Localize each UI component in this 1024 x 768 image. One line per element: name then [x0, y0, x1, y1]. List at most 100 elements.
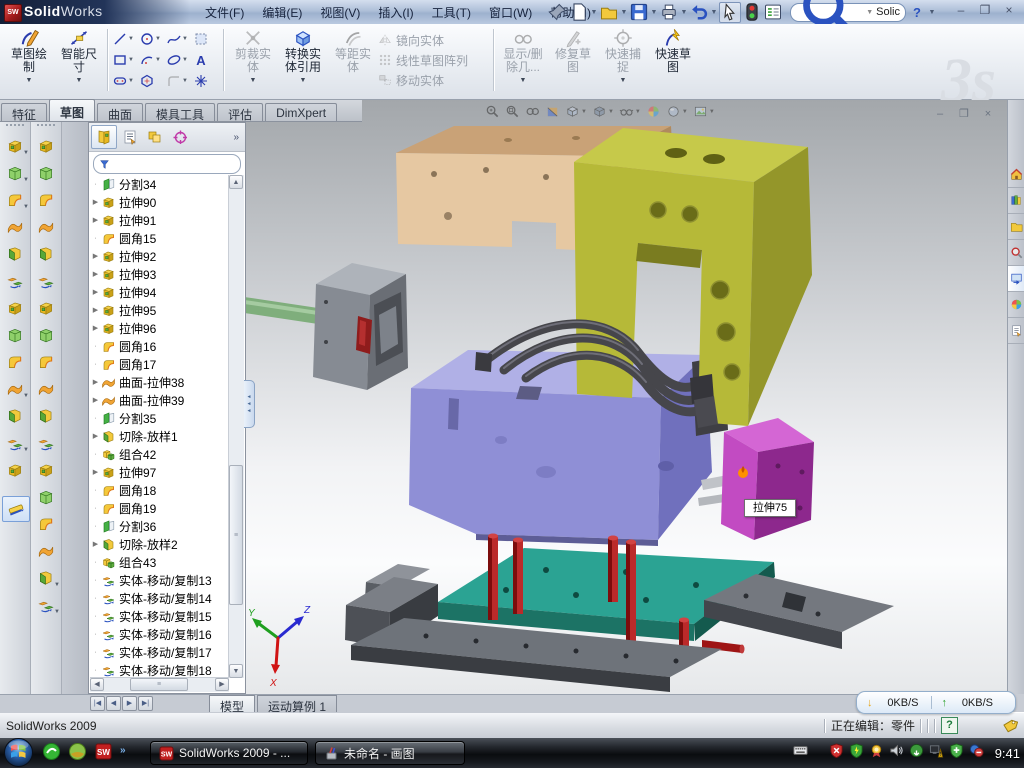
expand-arrow[interactable]: ▶: [90, 270, 101, 278]
next-tab-button[interactable]: ▶: [122, 696, 137, 711]
task-pane-tab-custom-properties[interactable]: [1008, 318, 1024, 344]
dropdown-caret[interactable]: ▼: [581, 109, 587, 115]
dropdown-caret[interactable]: ▼: [128, 57, 135, 63]
dropdown-caret[interactable]: ▼: [608, 109, 614, 115]
tree-item[interactable]: ▶拉伸94: [90, 283, 229, 301]
task-pane-tab-home[interactable]: [1008, 162, 1024, 188]
minimize-button[interactable]: –: [952, 3, 970, 19]
edit-appearance-button[interactable]: ▼: [693, 104, 715, 119]
tray-sync[interactable]: [909, 743, 924, 763]
trim-entities-button[interactable]: 剪裁实体▼: [228, 24, 278, 96]
surfaces-tool-6[interactable]: [33, 269, 59, 293]
dropdown-caret[interactable]: ▼: [76, 74, 83, 87]
expand-arrow[interactable]: ▶: [90, 378, 101, 386]
offset-entities-button[interactable]: 等距实体: [328, 24, 378, 96]
tab-草图[interactable]: 草图: [49, 99, 95, 121]
doc-restore-button[interactable]: ❐: [956, 108, 972, 121]
sketch-tool-point[interactable]: [193, 70, 220, 91]
menu-item-5[interactable]: 窗口(W): [480, 1, 541, 24]
tree-vertical-scrollbar[interactable]: ▲ ≡ ▼: [228, 175, 244, 678]
dropdown-caret[interactable]: ▼: [635, 109, 641, 115]
dropdown-caret[interactable]: ▼: [54, 609, 60, 615]
view-orientation-button[interactable]: ▼: [565, 104, 587, 119]
zoom-area-button[interactable]: [505, 104, 520, 119]
expand-arrow[interactable]: ▶: [90, 468, 101, 476]
tray-security-alert[interactable]: [829, 743, 844, 763]
surfaces-tool-18[interactable]: ▼: [33, 593, 59, 617]
surfaces-tool-5[interactable]: [33, 242, 59, 266]
panel-collapse-handle[interactable]: ◄◄◄: [244, 380, 255, 428]
dropdown-caret[interactable]: ▼: [182, 36, 189, 42]
dropdown-caret[interactable]: ▼: [650, 9, 658, 16]
view-settings-button[interactable]: ▼: [666, 104, 688, 119]
rapid-sketch-button[interactable]: 快速草图: [648, 24, 698, 96]
rebuild-button[interactable]: [742, 3, 762, 22]
expand-arrow[interactable]: ▶: [90, 306, 101, 314]
tree-item[interactable]: ·圆角16: [90, 337, 229, 355]
sketch-tool-circle[interactable]: ▼: [139, 28, 166, 49]
sketch-tool-line[interactable]: ▼: [112, 28, 139, 49]
first-tab-button[interactable]: |◀: [90, 696, 105, 711]
scrollbar-thumb[interactable]: ≡: [229, 465, 243, 605]
sketch-tool-sketch-fillet[interactable]: ▼: [166, 70, 193, 91]
tree-item[interactable]: ·实体-移动/复制16: [90, 625, 229, 643]
sketch-tool-slot[interactable]: ▼: [112, 70, 139, 91]
options-button[interactable]: [763, 3, 783, 22]
features-tool-3[interactable]: ▼: [2, 188, 28, 212]
move-entities-button[interactable]: 移动实体: [378, 70, 490, 90]
tree-filter-input[interactable]: [93, 154, 241, 174]
scroll-right-button[interactable]: ▶: [215, 678, 229, 691]
surfaces-tool-4[interactable]: [33, 215, 59, 239]
quick-launch-solidworks-shortcut[interactable]: SW: [94, 742, 113, 766]
network-speed-widget[interactable]: ↓ 0KB/S ↑ 0KB/S: [856, 691, 1016, 714]
apply-scene-button[interactable]: [646, 104, 661, 119]
tray-defender[interactable]: [949, 743, 964, 763]
quick-tips-button[interactable]: ?: [941, 717, 958, 734]
undo-button[interactable]: [689, 3, 709, 22]
menu-item-3[interactable]: 插入(I): [369, 1, 422, 24]
tree-item[interactable]: ▶曲面-拉伸39: [90, 391, 229, 409]
repair-sketch-button[interactable]: 修复草图: [548, 24, 598, 96]
features-tool-4[interactable]: [2, 215, 28, 239]
dropdown-caret[interactable]: ▼: [26, 74, 33, 87]
task-pane-tab-search[interactable]: [1008, 240, 1024, 266]
motion-study-tab[interactable]: 运动算例 1: [257, 695, 337, 712]
sketch-tool-polygon[interactable]: [139, 70, 166, 91]
help-button[interactable]: ?: [907, 3, 927, 22]
expand-arrow[interactable]: ▶: [90, 252, 101, 260]
smart-dimension-button[interactable]: 智能尺寸▼: [54, 24, 104, 96]
surfaces-tool-7[interactable]: [33, 296, 59, 320]
dropdown-caret[interactable]: ▼: [155, 36, 162, 42]
configuration-manager-tab[interactable]: [143, 126, 167, 148]
tree-horizontal-scrollbar[interactable]: ◀ ≡ ▶: [90, 677, 229, 692]
pin-button[interactable]: [548, 3, 568, 22]
expand-arrow[interactable]: ▶: [90, 324, 101, 332]
scrollbar-thumb[interactable]: ≡: [130, 678, 188, 691]
surfaces-tool-13[interactable]: [33, 458, 59, 482]
dropdown-caret[interactable]: ▼: [620, 9, 628, 16]
surfaces-tool-8[interactable]: [33, 323, 59, 347]
dropdown-caret[interactable]: ▼: [128, 78, 135, 84]
dropdown-caret[interactable]: ▼: [182, 78, 189, 84]
tree-tabs-overflow-button[interactable]: »: [233, 132, 243, 143]
help-caret[interactable]: ▼: [928, 9, 936, 16]
menu-item-2[interactable]: 视图(V): [311, 1, 369, 24]
surfaces-tool-3[interactable]: [33, 188, 59, 212]
menu-item-4[interactable]: 工具(T): [423, 1, 480, 24]
tray-network-warning[interactable]: !: [929, 743, 944, 763]
tree-item[interactable]: ·实体-移动/复制17: [90, 643, 229, 661]
dropdown-caret[interactable]: ▼: [620, 74, 627, 87]
sketch-tool-ellipse[interactable]: ▼: [166, 49, 193, 70]
features-tool-13[interactable]: [2, 458, 28, 482]
tree-item[interactable]: ▶拉伸91: [90, 211, 229, 229]
dropdown-caret[interactable]: ▼: [520, 74, 527, 87]
surfaces-tool-11[interactable]: [33, 404, 59, 428]
surfaces-tool-15[interactable]: [33, 512, 59, 536]
search-input[interactable]: ▼Solic: [790, 3, 906, 22]
features-tool-9[interactable]: [2, 350, 28, 374]
dropdown-caret[interactable]: ▼: [590, 9, 598, 16]
tray-antivirus[interactable]: [849, 743, 864, 763]
features-tool-7[interactable]: [2, 296, 28, 320]
dropdown-caret[interactable]: ▼: [54, 582, 60, 588]
tree-item[interactable]: ·分割35: [90, 409, 229, 427]
